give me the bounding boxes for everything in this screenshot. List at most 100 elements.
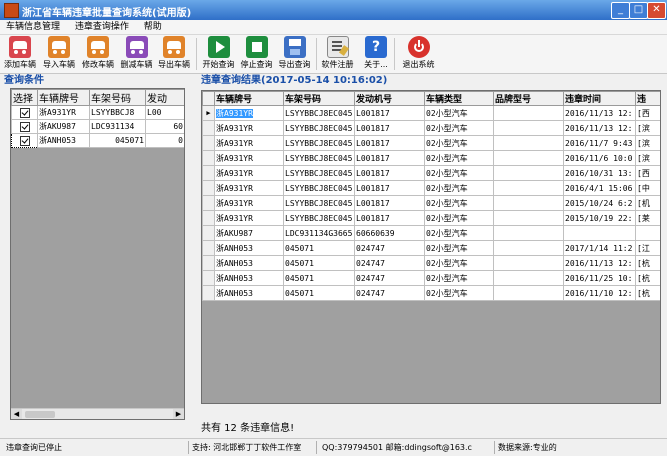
start-query-button[interactable]: 开始查询 [202,36,235,72]
result-time: 2015/10/19 22: [565,213,633,223]
delete-car-icon [125,36,148,58]
result-row[interactable]: 浙A931YR LSYYBBCJ8EC045 L001817 02小型汽车 2016/4… [202,180,660,196]
result-location-cell: [机 [635,195,660,211]
export-car-icon [163,36,185,58]
vehicle-table-header: 选择 车辆牌号 车架号码 发动 [11,89,184,106]
result-plate-cell: 浙ANH053 [214,240,284,256]
vehicle-row[interactable]: 浙ANH053 045071 0 [11,133,184,148]
import-car-button[interactable]: 导入车辆 [42,36,76,72]
result-plate: 浙ANH053 [216,258,253,268]
result-row[interactable]: 浙ANH053 045071 024747 02小型汽车 2016/11/13 12: [… [202,255,660,271]
select-checkbox[interactable] [19,107,30,118]
result-row[interactable]: 浙ANH053 045071 024747 02小型汽车 2016/11/10 12: [… [202,285,660,301]
close-button[interactable]: ✕ [647,2,666,19]
result-engine-cell: 024747 [354,240,425,256]
col-engine[interactable]: 发动 [145,89,184,106]
delete-car-button[interactable]: 删减车辆 [119,36,154,72]
select-checkbox[interactable] [19,135,30,146]
export-query-button[interactable]: 导出查询 [278,36,311,72]
result-location: [杭 [637,258,650,268]
result-row[interactable]: 浙ANH053 045071 024747 02小型汽车 2016/11/25 10: [… [202,270,660,286]
menu-query-ops[interactable]: 违章查询操作 [69,20,135,34]
select-checkbox[interactable] [19,121,30,132]
col-plate[interactable]: 车辆牌号 [37,89,90,106]
result-engine: L001817 [356,213,390,223]
result-time: 2015/10/24 6:2 [565,198,633,208]
scroll-right-arrow-icon[interactable]: ▶ [173,409,184,419]
stop-query-button[interactable]: 停止查询 [240,36,273,72]
col-select[interactable]: 选择 [11,89,38,106]
col-type[interactable]: 车辆类型 [424,91,494,106]
result-type-cell: 02小型汽车 [424,210,494,226]
result-type-cell: 02小型汽车 [424,285,494,301]
result-row[interactable]: 浙A931YR LSYYBBCJ8EC045 L001817 02小型汽车 2016/1… [202,135,660,151]
col-plate[interactable]: 车辆牌号 [214,91,284,106]
menu-bar: 车辆信息管理 违章查询操作 帮助 [0,20,667,35]
col-location[interactable]: 违 [635,91,660,106]
result-type: 02小型汽车 [426,243,468,253]
about-button[interactable]: ? 关于... [361,36,391,72]
col-vin[interactable]: 车架号码 [89,89,146,106]
query-results-panel: 违章查询结果(2017-05-14 10:16:02) 车辆牌号 车架号码 发动… [201,74,663,434]
result-plate: 浙A931YR [216,108,253,118]
result-type-cell: 02小型汽车 [424,135,494,151]
result-plate: 浙A931YR [216,183,253,193]
menu-vehicle-info[interactable]: 车辆信息管理 [0,20,66,34]
vehicle-plate: 浙ANH053 [37,133,90,148]
col-time[interactable]: 违章时间 [563,91,636,106]
result-plate-cell: 浙A931YR [214,195,284,211]
result-row[interactable]: 浙A931YR LSYYBBCJ8EC045 L001817 02小型汽车 2015/1… [202,195,660,211]
result-row[interactable]: 浙ANH053 045071 024747 02小型汽车 2017/1/14 11:2 [… [202,240,660,256]
left-horizontal-scrollbar[interactable]: ◀ ▶ [11,408,184,419]
result-row[interactable]: ▶ 浙A931YR LSYYBBCJ8EC045 L001817 02小型汽车 2016/… [202,105,660,121]
register-button[interactable]: 软件注册 [321,36,354,72]
result-row[interactable]: 浙A931YR LSYYBBCJ8EC045 L001817 02小型汽车 2016/1… [202,165,660,181]
results-grid[interactable]: 车辆牌号 车架号码 发动机号 车辆类型 品牌型号 违章时间 违 ▶ 浙A931YR… [201,90,661,404]
col-engine[interactable]: 发动机号 [354,91,425,106]
result-engine-cell: L001817 [354,210,425,226]
exit-button[interactable]: 退出系统 [401,36,436,72]
result-row[interactable]: 浙AKU987 LDC931134G3665 60660639 02小型汽车 [202,225,660,241]
scroll-thumb[interactable] [25,411,55,418]
result-plate: 浙ANH053 [216,243,253,253]
start-query-label: 开始查询 [202,60,235,69]
minimize-button[interactable]: _ [611,2,630,19]
result-row[interactable]: 浙A931YR LSYYBBCJ8EC045 L001817 02小型汽车 2016/1… [202,120,660,136]
vehicle-grid[interactable]: 选择 车辆牌号 车架号码 发动 浙A931YR LSYYBBCJ8 L00 浙A… [10,88,185,420]
col-brand[interactable]: 品牌型号 [493,91,564,106]
col-vin[interactable]: 车架号码 [283,91,355,106]
result-location-cell: [杭 [635,285,660,301]
export-car-button[interactable]: 导出车辆 [157,36,191,72]
toolbar: 添加车辆 导入车辆 修改车辆 删减车辆 导出车辆 开始查询 停止查询 导出查询 … [0,35,667,74]
vehicle-vin: 045071 [89,133,146,148]
result-location: [滨 [637,138,650,148]
result-engine: 024747 [356,258,385,268]
result-type: 02小型汽车 [426,183,468,193]
result-type-cell: 02小型汽车 [424,270,494,286]
result-time: 2016/11/13 12: [565,123,633,133]
result-type: 02小型汽车 [426,228,468,238]
add-car-button[interactable]: 添加车辆 [4,36,36,72]
scroll-left-arrow-icon[interactable]: ◀ [11,409,22,419]
result-time: 2016/11/25 10: [565,273,633,283]
edit-car-button[interactable]: 修改车辆 [81,36,115,72]
vehicle-row[interactable]: 浙AKU987 LDC931134 60 [11,119,184,134]
vehicle-vin: LSYYBBCJ8 [89,105,146,120]
maximize-button[interactable]: □ [629,2,648,19]
result-location: [滨 [637,153,650,163]
result-time-cell: 2016/11/13 12: [563,120,636,136]
result-type: 02小型汽车 [426,258,468,268]
vehicle-table: 选择 车辆牌号 车架号码 发动 浙A931YR LSYYBBCJ8 L00 浙A… [11,89,184,148]
result-vin: 045071 [285,258,314,268]
result-brand-cell [493,105,564,121]
result-type-cell: 02小型汽车 [424,195,494,211]
help-icon: ? [365,36,387,58]
menu-help[interactable]: 帮助 [138,20,168,34]
title-bar: 浙江省车辆违章批量查询系统(试用版) _ □ ✕ [0,0,667,20]
result-time: 2016/11/13 12: [565,108,633,118]
power-icon [407,36,430,58]
vehicle-row[interactable]: 浙A931YR LSYYBBCJ8 L00 [11,105,184,120]
result-location-cell [635,225,660,241]
result-row[interactable]: 浙A931YR LSYYBBCJ8EC045 L001817 02小型汽车 2016/1… [202,150,660,166]
result-row[interactable]: 浙A931YR LSYYBBCJ8EC045 L001817 02小型汽车 2015/1… [202,210,660,226]
